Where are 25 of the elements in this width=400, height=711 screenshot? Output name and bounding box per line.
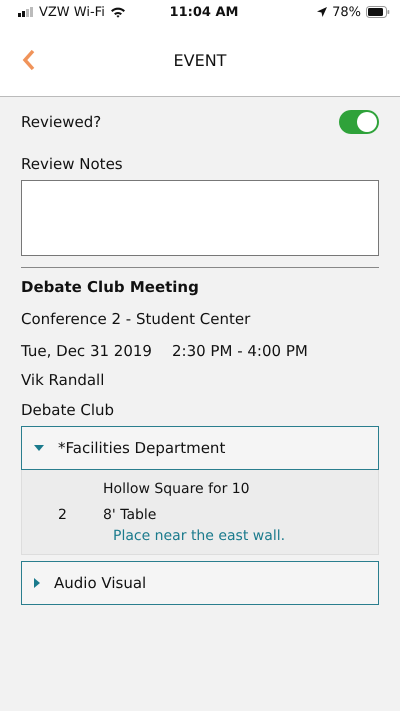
- event-organization: Debate Club: [21, 400, 116, 420]
- battery-percent: 78%: [332, 4, 361, 20]
- event-title: Debate Club Meeting: [21, 278, 200, 296]
- event-date: Tue, Dec 31 2019: [21, 342, 152, 360]
- clock-time: 11:04 AM: [170, 4, 238, 20]
- review-notes-label: Review Notes: [21, 155, 124, 173]
- section-header[interactable]: *Facilities Department: [21, 426, 379, 470]
- battery-icon: [366, 6, 390, 18]
- wifi-icon: [110, 6, 126, 18]
- back-chevron-icon: [22, 49, 36, 71]
- event-contact: Vik Randall: [21, 370, 106, 390]
- carrier-name: VZW Wi-Fi: [39, 4, 105, 20]
- reviewed-toggle[interactable]: [339, 110, 379, 134]
- review-notes-field[interactable]: [21, 180, 379, 256]
- item-quantity: 2: [57, 507, 68, 523]
- section-header[interactable]: Audio Visual: [21, 561, 379, 605]
- item-name: 8' Table: [103, 507, 156, 523]
- screen-title: EVENT: [174, 50, 226, 70]
- item-note: Place near the east wall.: [112, 528, 286, 546]
- signal-icon: [18, 7, 34, 17]
- event-time: 2:30 PM - 4:00 PM: [172, 342, 308, 360]
- event-location: Conference 2 - Student Center: [21, 310, 252, 328]
- reviewed-label: Reviewed?: [21, 113, 102, 131]
- location-arrow-icon: [317, 7, 328, 17]
- item-title: Hollow Square for 10: [103, 481, 250, 497]
